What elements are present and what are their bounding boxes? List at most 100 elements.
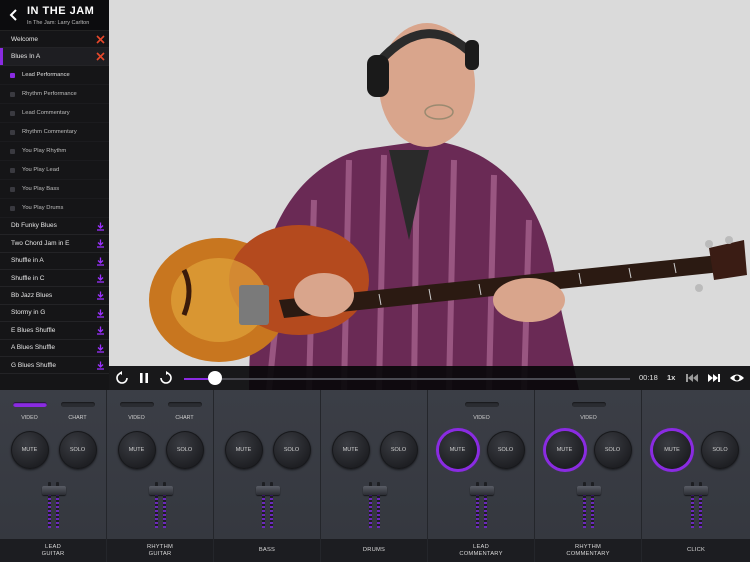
mixer-channel: VIDEO MUTE SOLO LEAD COMMENTARY — [428, 390, 535, 562]
track-mode-label: You Play Bass — [22, 185, 60, 192]
progress-track[interactable] — [184, 377, 630, 380]
track-mode-item[interactable]: Rhythm Commentary — [0, 123, 109, 142]
elapsed-time: 00:18 — [639, 373, 658, 382]
jam-item[interactable]: G Blues Shuffle — [0, 357, 109, 375]
solo-button[interactable]: SOLO — [379, 431, 418, 469]
sidebar-item[interactable]: Blues In A — [0, 48, 109, 66]
playback-speed[interactable]: 1x — [667, 373, 675, 382]
volume-fader[interactable] — [362, 486, 387, 495]
track-icon — [10, 91, 15, 97]
next-button[interactable] — [707, 371, 721, 385]
download-icon[interactable] — [96, 309, 105, 318]
jam-item-label: Shuffle in A — [11, 257, 44, 265]
jam-item[interactable]: A Blues Shuffle — [0, 340, 109, 357]
close-icon[interactable] — [96, 35, 105, 44]
jam-item[interactable]: Stormy in G — [0, 305, 109, 323]
pause-button[interactable] — [137, 371, 151, 385]
track-mode-label: You Play Drums — [22, 204, 64, 211]
mixer-channel: MUTE SOLO DRUMS — [321, 390, 428, 562]
track-icon — [10, 167, 15, 173]
track-mode-item[interactable]: You Play Drums — [0, 199, 109, 218]
download-icon[interactable] — [96, 291, 105, 300]
download-icon[interactable] — [96, 222, 105, 231]
track-mode-item[interactable]: You Play Bass — [0, 180, 109, 199]
volume-fader[interactable] — [469, 486, 494, 495]
volume-fader[interactable] — [684, 486, 708, 495]
video-toggle[interactable] — [571, 402, 606, 407]
track-mode-item[interactable]: You Play Lead — [0, 161, 109, 180]
solo-button[interactable]: SOLO — [272, 431, 311, 469]
download-icon[interactable] — [96, 257, 105, 266]
video-toggle[interactable] — [119, 402, 154, 407]
previous-button[interactable] — [685, 371, 699, 385]
mute-button[interactable]: MUTE — [10, 431, 49, 469]
jam-item-label: Bb Jazz Blues — [11, 292, 53, 300]
chart-toggle[interactable] — [167, 402, 202, 407]
jam-item[interactable]: E Blues Shuffle — [0, 322, 109, 340]
pause-icon — [137, 372, 151, 389]
download-icon[interactable] — [96, 344, 105, 353]
mute-button[interactable]: MUTE — [438, 431, 477, 469]
toggle-label: VIDEO — [21, 415, 38, 421]
jam-item[interactable]: Shuffle in C — [0, 270, 109, 288]
solo-button[interactable]: SOLO — [58, 431, 97, 469]
mute-button[interactable]: MUTE — [545, 431, 584, 469]
level-meter — [476, 490, 479, 528]
volume-fader[interactable] — [576, 486, 601, 495]
download-icon[interactable] — [96, 361, 105, 370]
level-meter — [698, 490, 702, 528]
skip-back-icon — [685, 372, 699, 389]
channel-name: BASS — [214, 539, 320, 562]
solo-button[interactable]: SOLO — [701, 431, 739, 469]
video-toggle[interactable] — [464, 402, 499, 407]
track-mode-item[interactable]: Rhythm Performance — [0, 85, 109, 104]
download-icon[interactable] — [96, 274, 105, 283]
track-mode-item[interactable]: Lead Performance — [0, 66, 109, 85]
toggle-label: VIDEO — [580, 415, 597, 421]
sidebar-item-label: Blues In A — [11, 53, 41, 61]
track-mode-item[interactable]: Lead Commentary — [0, 104, 109, 123]
volume-fader[interactable] — [148, 486, 173, 495]
track-mode-label: Lead Performance — [22, 71, 70, 78]
video-player[interactable] — [109, 0, 750, 390]
mixer-channel: VIDEO CHART MUTE SOLO RHYTHM GUITAR — [107, 390, 214, 562]
jam-item[interactable]: Db Funky Blues — [0, 218, 109, 236]
view-toggle-button[interactable] — [729, 371, 745, 385]
selection-indicator — [0, 48, 3, 65]
transport-bar: 00:18 1x — [109, 366, 750, 390]
jam-item-label: G Blues Shuffle — [11, 361, 57, 369]
jam-item[interactable]: Shuffle in A — [0, 253, 109, 270]
solo-button[interactable]: SOLO — [593, 431, 632, 469]
mute-button[interactable]: MUTE — [117, 431, 156, 469]
volume-fader[interactable] — [255, 486, 280, 495]
mixer-panel: VIDEO CHART MUTE SOLO LEAD GUITAR VIDEO CHART M… — [0, 390, 750, 562]
level-meter — [163, 490, 166, 528]
jam-item[interactable]: Two Chord Jam in E — [0, 235, 109, 253]
video-toggle[interactable] — [12, 402, 47, 407]
back-button[interactable] — [8, 8, 20, 22]
progress-scrubber[interactable] — [208, 371, 223, 385]
mixer-channel: MUTE SOLO CLICK — [642, 390, 750, 562]
track-mode-label: You Play Lead — [22, 166, 60, 173]
download-icon[interactable] — [96, 326, 105, 335]
toggle-label: CHART — [175, 415, 194, 421]
sidebar-item-label: Welcome — [11, 35, 38, 43]
solo-button[interactable]: SOLO — [165, 431, 204, 469]
sidebar-item[interactable]: Welcome — [0, 31, 109, 49]
solo-button[interactable]: SOLO — [486, 431, 525, 469]
track-mode-label: Rhythm Commentary — [22, 128, 77, 135]
track-mode-label: You Play Rhythm — [22, 147, 67, 154]
rewind-button[interactable] — [115, 371, 129, 385]
download-icon[interactable] — [96, 239, 105, 248]
mute-button[interactable]: MUTE — [331, 431, 370, 469]
close-icon[interactable] — [96, 52, 105, 61]
mute-button[interactable]: MUTE — [653, 431, 691, 469]
forward-button[interactable] — [159, 371, 173, 385]
mute-button[interactable]: MUTE — [224, 431, 263, 469]
volume-fader[interactable] — [41, 486, 66, 495]
track-mode-label: Rhythm Performance — [22, 90, 77, 97]
channel-name: DRUMS — [321, 539, 427, 562]
jam-item[interactable]: Bb Jazz Blues — [0, 287, 109, 305]
track-mode-item[interactable]: You Play Rhythm — [0, 142, 109, 161]
chart-toggle[interactable] — [60, 402, 95, 407]
